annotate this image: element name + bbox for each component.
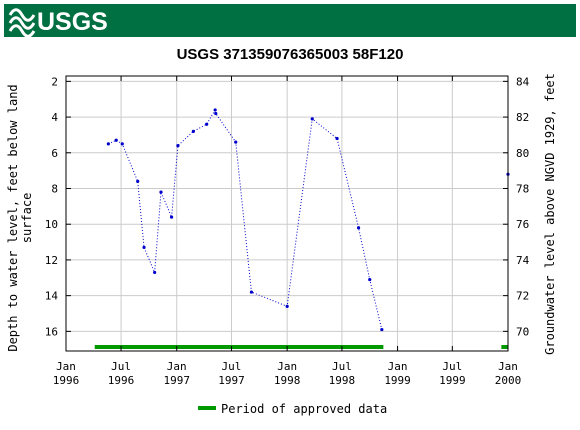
data-point	[114, 138, 118, 142]
y-tick-label-right: 78	[516, 183, 529, 196]
data-point	[205, 122, 209, 126]
data-point	[285, 304, 289, 308]
y-tick-label-right: 80	[516, 147, 529, 160]
x-tick-label: Jan	[277, 360, 297, 373]
y-tick-label-left: 10	[45, 218, 58, 231]
x-tick-label: 1996	[108, 374, 135, 387]
approved-period-bar	[94, 345, 384, 349]
y-tick-label-left: 12	[45, 254, 58, 267]
y-axis-left-title-line1: Depth to water level, feet below land	[6, 84, 20, 351]
y-tick-label-right: 76	[516, 218, 529, 231]
data-point	[356, 226, 361, 230]
y-tick-label-left: 6	[51, 147, 58, 160]
x-tick-label: Jul	[111, 360, 131, 373]
x-tick-label: 1999	[384, 374, 411, 387]
data-point	[335, 136, 339, 141]
x-tick-label: 1997	[218, 374, 245, 387]
y-tick-label-left: 14	[45, 290, 59, 303]
y-tick-label-right: 74	[516, 254, 530, 267]
x-tick-label: Jul	[332, 360, 352, 373]
y-tick-label-left: 8	[51, 183, 58, 196]
data-point	[106, 142, 110, 146]
grid-lines	[65, 76, 509, 351]
x-tick-label: Jan	[56, 360, 76, 373]
x-tick-label: Jan	[167, 360, 187, 373]
approved-period-bar	[501, 345, 508, 349]
data-point	[153, 270, 157, 275]
y-tick-label-left: 4	[51, 111, 58, 124]
chart-stage: USGS USGS 371359076365003 58F120 Jan 1996…	[0, 0, 580, 430]
y-tick-label-right: 84	[516, 75, 530, 88]
data-point	[213, 108, 217, 112]
data-point	[310, 117, 314, 121]
chart-title: USGS 371359076365003 58F120	[177, 46, 404, 63]
legend-label: Period of approved data	[221, 402, 387, 416]
y-axis-left: 2 4 6 8 10 12 14 16	[45, 75, 71, 338]
x-tick-label: 1997	[163, 374, 190, 387]
series-line	[108, 108, 383, 330]
data-point	[159, 190, 163, 194]
x-tick-label: Jul	[222, 360, 242, 373]
approved-periods	[94, 345, 508, 349]
data-point	[214, 111, 218, 116]
data-point	[142, 245, 146, 250]
data-point	[169, 215, 174, 219]
x-tick-label: Jan	[388, 360, 408, 373]
y-tick-label-left: 2	[51, 75, 58, 88]
data-point	[120, 142, 124, 146]
y-axis-left-title-line2: surface	[20, 193, 34, 244]
data-point	[380, 327, 384, 332]
x-tick-label: 2000	[495, 374, 522, 387]
y-tick-label-left: 16	[45, 325, 58, 338]
y-tick-label-right: 82	[516, 111, 529, 124]
data-point	[136, 179, 140, 183]
data-point	[191, 129, 195, 133]
legend-swatch	[198, 406, 216, 410]
x-tick-label: Jan	[498, 360, 518, 373]
x-tick-label: Jul	[442, 360, 462, 373]
data-point	[234, 140, 238, 144]
y-axis-right: 70 72 74 76 78 80 82 84	[503, 75, 530, 338]
data-point	[176, 144, 180, 148]
legend: Period of approved data	[198, 402, 387, 416]
data-point	[249, 290, 254, 294]
data-point	[368, 277, 372, 282]
y-tick-label-right: 70	[516, 325, 529, 338]
x-tick-label: 1996	[53, 374, 80, 387]
x-tick-label: 1999	[439, 374, 466, 387]
x-tick-label: 1998	[329, 374, 356, 387]
y-axis-right-title: Groundwater level above NGVD 1929, feet	[543, 73, 557, 355]
x-tick-label: 1998	[274, 374, 301, 387]
y-tick-label-right: 72	[516, 290, 529, 303]
data-series	[106, 108, 510, 332]
groundwater-chart: USGS 371359076365003 58F120 Jan1996Jul19…	[6, 46, 557, 416]
